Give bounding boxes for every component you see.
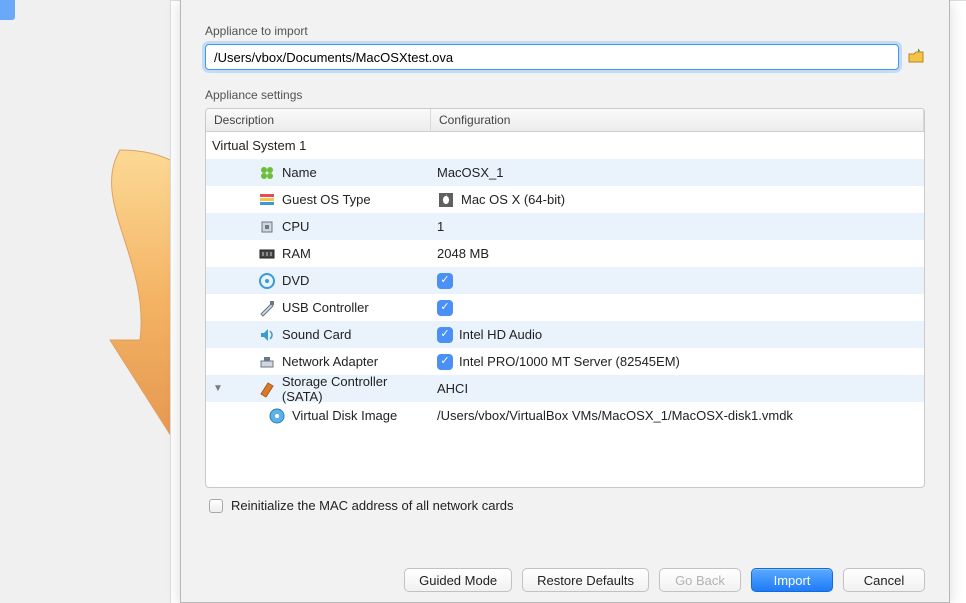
row-description: Virtual Disk Image <box>292 408 397 423</box>
net-icon <box>258 353 276 371</box>
col-header-description[interactable]: Description <box>206 109 431 131</box>
cancel-button[interactable]: Cancel <box>843 568 925 592</box>
appliance-path-input[interactable] <box>205 44 899 70</box>
appliance-settings-label: Appliance settings <box>205 88 925 102</box>
apple-icon <box>437 191 455 209</box>
config-checkbox-icon[interactable]: ✓ <box>437 327 453 343</box>
row-description: Guest OS Type <box>282 192 371 207</box>
row-description: RAM <box>282 246 311 261</box>
col-header-configuration[interactable]: Configuration <box>431 109 924 131</box>
table-header: Description Configuration <box>206 109 924 132</box>
settings-table: Description Configuration Virtual System… <box>205 108 925 488</box>
import-button[interactable]: Import <box>751 568 833 592</box>
restore-defaults-button[interactable]: Restore Defaults <box>522 568 649 592</box>
reinitialize-mac-label: Reinitialize the MAC address of all netw… <box>231 498 514 513</box>
clover-icon <box>258 164 276 182</box>
table-row[interactable]: Virtual Disk Image /Users/vbox/VirtualBo… <box>206 402 924 429</box>
config-checkbox-icon[interactable]: ✓ <box>437 273 453 289</box>
sidebar-hint <box>0 0 15 20</box>
table-row[interactable]: Sound Card ✓ Intel HD Audio <box>206 321 924 348</box>
table-row[interactable]: Network Adapter ✓ Intel PRO/1000 MT Serv… <box>206 348 924 375</box>
dvd-icon <box>258 272 276 290</box>
config-checkbox-icon[interactable]: ✓ <box>437 354 453 370</box>
row-configuration: AHCI <box>437 381 468 396</box>
table-row[interactable]: DVD ✓ <box>206 267 924 294</box>
row-configuration: Intel PRO/1000 MT Server (82545EM) <box>459 354 680 369</box>
ostype-icon <box>258 191 276 209</box>
row-description: Network Adapter <box>282 354 378 369</box>
table-row[interactable]: Name MacOSX_1 <box>206 159 924 186</box>
row-configuration: Mac OS X (64-bit) <box>461 192 565 207</box>
config-checkbox-icon[interactable]: ✓ <box>437 300 453 316</box>
storage-icon <box>258 380 276 398</box>
sound-icon <box>258 326 276 344</box>
guided-mode-button[interactable]: Guided Mode <box>404 568 512 592</box>
group-label: Virtual System 1 <box>212 138 306 153</box>
usb-icon <box>258 299 276 317</box>
row-configuration: /Users/vbox/VirtualBox VMs/MacOSX_1/MacO… <box>437 408 793 423</box>
cpu-icon <box>258 218 276 236</box>
browse-file-icon[interactable] <box>907 48 925 66</box>
row-description: Name <box>282 165 317 180</box>
row-configuration: 2048 MB <box>437 246 489 261</box>
reinitialize-mac-checkbox[interactable] <box>209 499 223 513</box>
import-appliance-dialog: Appliance to import Appliance settings D… <box>180 0 950 603</box>
appliance-to-import-label: Appliance to import <box>205 24 925 38</box>
table-row[interactable]: RAM 2048 MB <box>206 240 924 267</box>
row-configuration: MacOSX_1 <box>437 165 503 180</box>
dialog-button-bar: Guided Mode Restore Defaults Go Back Imp… <box>181 568 949 592</box>
table-group-row[interactable]: Virtual System 1 <box>206 138 431 153</box>
ram-icon <box>258 245 276 263</box>
table-row[interactable]: Guest OS Type Mac OS X (64-bit) <box>206 186 924 213</box>
row-description: CPU <box>282 219 309 234</box>
disclosure-triangle-icon[interactable]: ▼ <box>212 383 224 394</box>
disk-icon <box>268 407 286 425</box>
row-description: Storage Controller (SATA) <box>282 374 431 404</box>
row-description: DVD <box>282 273 309 288</box>
table-row[interactable]: USB Controller ✓ <box>206 294 924 321</box>
row-configuration: 1 <box>437 219 444 234</box>
row-configuration: Intel HD Audio <box>459 327 542 342</box>
table-row[interactable]: ▼ Storage Controller (SATA) AHCI <box>206 375 924 402</box>
go-back-button: Go Back <box>659 568 741 592</box>
row-description: Sound Card <box>282 327 351 342</box>
table-row[interactable]: CPU 1 <box>206 213 924 240</box>
row-description: USB Controller <box>282 300 369 315</box>
